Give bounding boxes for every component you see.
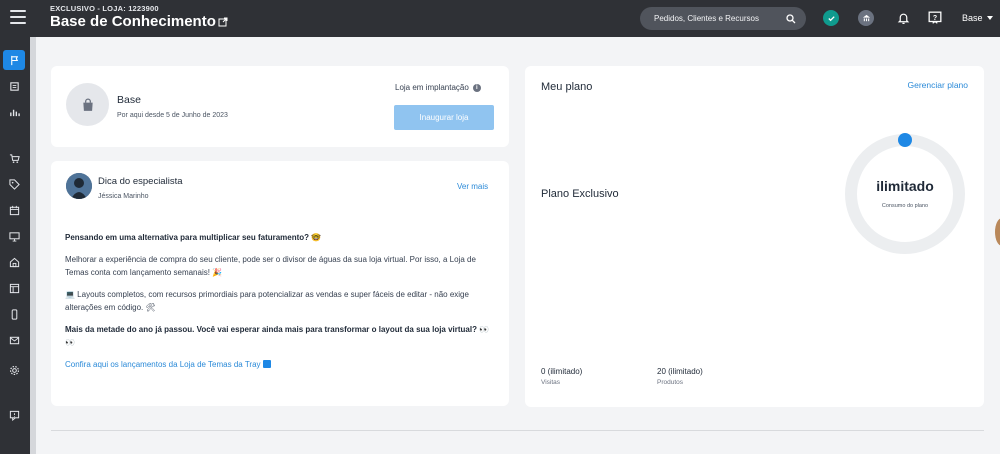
plan-name: Plano Exclusivo (541, 188, 619, 200)
sidebar-item-reports[interactable] (3, 102, 25, 122)
sidebar-item-store[interactable] (3, 252, 25, 272)
settings-icon (9, 365, 19, 375)
sidebar (0, 37, 30, 454)
sidebar-item-layout[interactable] (3, 278, 25, 298)
sidebar-item-cart[interactable] (3, 148, 25, 168)
tag-icon (8, 178, 20, 190)
svg-text:?: ? (933, 15, 937, 22)
ring-label: Consumo do plano (881, 203, 929, 209)
shopping-bag-icon (82, 98, 93, 111)
search-input[interactable] (654, 14, 786, 23)
see-more-link[interactable]: Ver mais (457, 182, 488, 191)
page-title: Base de Conhecimento (50, 13, 228, 30)
chevron-down-icon (986, 16, 993, 20)
status-check-icon[interactable] (822, 9, 840, 27)
avatar (66, 173, 92, 199)
sidebar-item-orders[interactable] (3, 76, 25, 96)
tip-link-line: Confira aqui os lançamentos da Loja de T… (65, 358, 497, 372)
user-label: Base (962, 13, 983, 23)
mail-icon (9, 336, 19, 344)
visits-value: 0 (ilimitado) (541, 367, 583, 376)
store-subtitle: EXCLUSIVO - LOJA: 1223900 (50, 4, 159, 13)
tip-card: Dica do especialista Jéssica Marinho Ver… (51, 161, 509, 406)
products-label: Produtos (657, 379, 684, 386)
plan-card: Meu plano Gerenciar plano Plano Exclusiv… (525, 66, 984, 407)
top-bar: EXCLUSIVO - LOJA: 1223900 Base de Conhec… (0, 0, 1000, 37)
help-icon[interactable]: ? (926, 9, 944, 27)
tip-paragraph: 💻 Layouts completos, com recursos primor… (65, 289, 469, 313)
store-name: Base (117, 94, 141, 106)
tip-paragraph: Pensando em uma alternativa para multipl… (65, 233, 322, 242)
search-icon[interactable] (786, 13, 796, 24)
feedback-icon (9, 410, 19, 421)
external-link-icon[interactable] (218, 17, 228, 27)
sidebar-item-monitor[interactable] (3, 226, 25, 246)
store-status: Loja em implantação i (395, 83, 481, 92)
visits-stat: 0 (ilimitado) Visitas (541, 367, 582, 386)
tip-title: Dica do especialista (98, 176, 183, 187)
plan-usage-ring (845, 133, 965, 254)
menu-icon[interactable] (10, 10, 26, 24)
tip-author: Jéssica Marinho (98, 193, 149, 200)
sidebar-item-mobile[interactable] (3, 304, 25, 324)
bank-icon[interactable] (857, 9, 875, 27)
tip-paragraph: Mais da metade do ano já passou. Você va… (65, 324, 490, 348)
themes-link[interactable]: Confira aqui os lançamentos da Loja de T… (65, 360, 261, 369)
tip-paragraph: Melhorar a experiência de compra do seu … (65, 254, 476, 278)
manage-plan-link[interactable]: Gerenciar plano (908, 80, 968, 90)
tip-body: Pensando em uma alternativa para multipl… (65, 231, 497, 379)
sidebar-item-promotions[interactable] (3, 174, 25, 194)
store-card: Base Por aqui desde 5 de Junho de 2023 L… (51, 66, 509, 147)
calendar-icon (9, 205, 19, 215)
flag-icon (10, 55, 18, 65)
search-box[interactable] (640, 7, 806, 30)
bell-icon[interactable] (894, 9, 912, 27)
store-icon (9, 257, 19, 267)
ring-marker (898, 133, 912, 147)
chat-widget-button[interactable] (995, 218, 1000, 246)
products-value: 20 (ilimitado) (657, 367, 703, 376)
store-avatar (66, 83, 109, 126)
inaugurate-store-button[interactable]: Inaugurar loja (394, 105, 494, 130)
sidebar-scrollbar[interactable] (30, 37, 36, 454)
sidebar-item-home[interactable] (3, 50, 25, 70)
monitor-icon (8, 231, 20, 242)
store-status-text: Loja em implantação (395, 83, 469, 92)
sidebar-item-feedback[interactable] (3, 405, 25, 425)
page-title-text: Base de Conhecimento (50, 13, 216, 30)
sidebar-item-mail[interactable] (3, 330, 25, 350)
divider (51, 430, 984, 431)
orders-icon (9, 81, 19, 91)
store-since: Por aqui desde 5 de Junho de 2023 (117, 112, 228, 119)
info-icon[interactable]: i (472, 83, 481, 92)
layout-icon (9, 283, 19, 293)
mobile-icon (11, 308, 17, 320)
user-menu[interactable]: Base (962, 13, 993, 23)
plan-title: Meu plano (541, 81, 593, 93)
visits-label: Visitas (541, 379, 561, 386)
cart-icon (9, 153, 20, 163)
ring-value: ilimitado (876, 178, 934, 194)
arrow-icon (262, 359, 271, 368)
sidebar-item-calendar[interactable] (3, 200, 25, 220)
sidebar-item-settings[interactable] (3, 360, 25, 380)
products-stat: 20 (ilimitado) Produtos (657, 367, 703, 386)
reports-icon (9, 109, 20, 116)
